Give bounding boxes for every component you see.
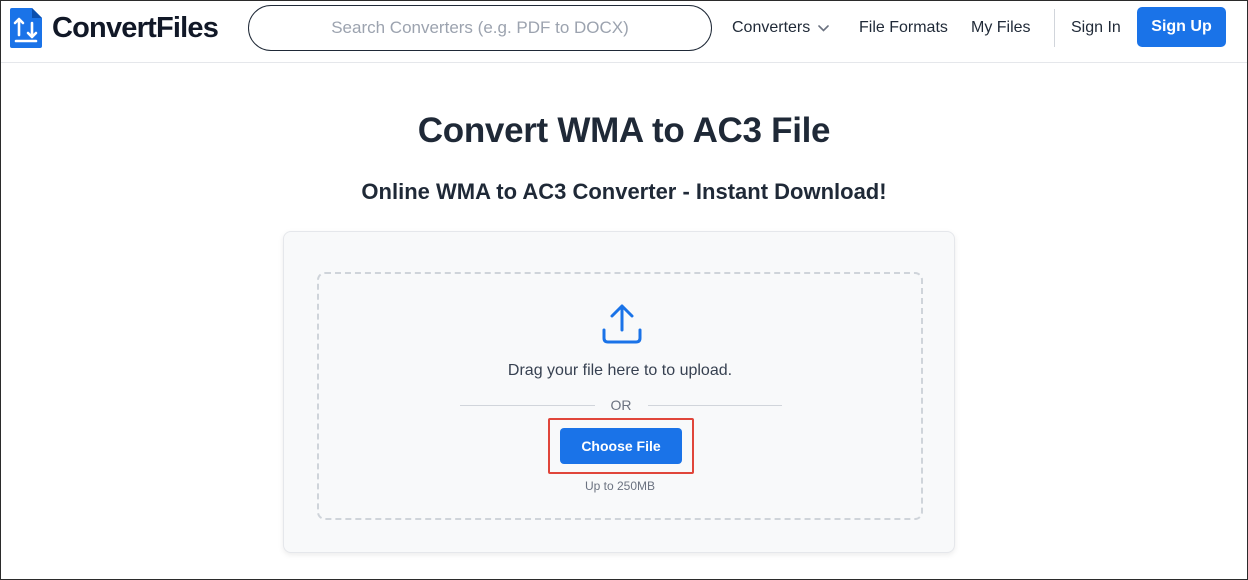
logo-link[interactable]: ConvertFiles (10, 8, 219, 48)
choose-file-highlight: Choose File (548, 418, 694, 474)
sign-up-button[interactable]: Sign Up (1137, 7, 1226, 47)
or-line-left (460, 404, 595, 406)
nav-converters-label: Converters (732, 19, 811, 36)
logo-text: ConvertFiles (52, 11, 219, 44)
or-line-right (647, 404, 782, 406)
page-subtitle: Online WMA to AC3 Converter - Instant Do… (361, 179, 887, 204)
drag-instructions: Drag your file here to to upload. (507, 362, 733, 379)
page: ConvertFiles Converters File Formats My … (0, 0, 1248, 580)
upload-icon (602, 304, 642, 344)
nav-my-files[interactable]: My Files (971, 1, 1031, 55)
nav-converters[interactable]: Converters (732, 1, 830, 55)
file-dropzone[interactable]: Drag your file here to to upload. OR Cho… (317, 272, 923, 520)
search-box (248, 5, 712, 51)
nav-file-formats[interactable]: File Formats (859, 1, 948, 55)
page-title: Convert WMA to AC3 File (417, 111, 831, 150)
upload-card: Drag your file here to to upload. OR Cho… (283, 231, 955, 553)
nav-divider (1054, 9, 1055, 47)
or-text: OR (610, 397, 632, 413)
choose-file-button[interactable]: Choose File (560, 428, 682, 464)
chevron-down-icon (818, 24, 830, 32)
sign-in-link[interactable]: Sign In (1071, 1, 1121, 55)
site-header: ConvertFiles Converters File Formats My … (1, 1, 1247, 63)
or-separator: OR (460, 396, 782, 414)
convertfiles-logo-icon (10, 8, 42, 48)
file-size-limit: Up to 250MB (584, 479, 656, 493)
search-input[interactable] (249, 6, 711, 50)
